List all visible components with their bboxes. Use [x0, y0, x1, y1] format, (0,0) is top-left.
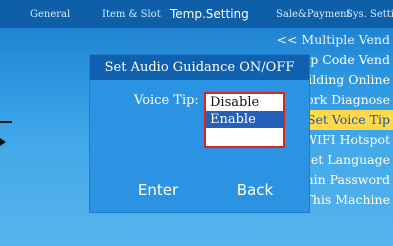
menu-item-multiple-vend[interactable]: << Multiple Vend: [263, 30, 393, 50]
option-empty[interactable]: [206, 128, 283, 145]
voice-tip-label: Voice Tip:: [134, 93, 199, 108]
back-button[interactable]: Back: [225, 177, 285, 203]
voice-tip-listbox[interactable]: Disable Enable: [204, 92, 285, 148]
dialog-title: Set Audio Guidance ON/OFF: [90, 55, 309, 80]
tab-general[interactable]: General: [30, 9, 70, 20]
tab-item-slot[interactable]: Item & Slot: [102, 9, 161, 20]
tab-sys-setting[interactable]: Sys. Setting: [346, 9, 393, 20]
option-enable[interactable]: Enable: [206, 111, 283, 128]
pointer-arrow-icon: [0, 121, 12, 146]
tab-temp-setting[interactable]: Temp.Setting: [170, 7, 249, 21]
top-tab-bar: General Item & Slot Temp.Setting Sale&Pa…: [0, 0, 393, 28]
enter-button[interactable]: Enter: [128, 177, 188, 203]
audio-guidance-dialog: Set Audio Guidance ON/OFF Voice Tip: Dis…: [90, 55, 309, 212]
tab-sale-payment[interactable]: Sale&Payment: [276, 9, 351, 20]
option-disable[interactable]: Disable: [206, 94, 283, 111]
